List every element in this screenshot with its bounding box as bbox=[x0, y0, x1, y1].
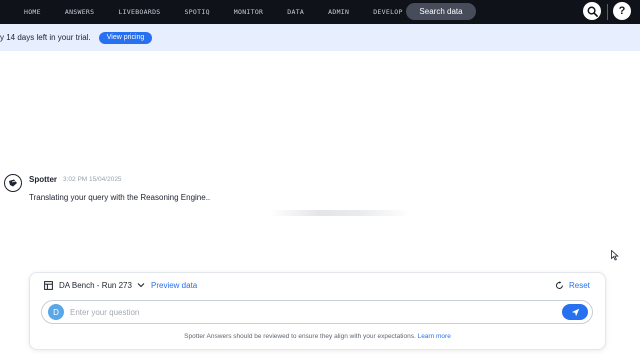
nav-item-home[interactable]: HOME bbox=[12, 0, 53, 24]
send-button[interactable] bbox=[562, 304, 588, 320]
user-avatar: D bbox=[48, 304, 64, 320]
view-pricing-button[interactable]: View pricing bbox=[98, 31, 153, 44]
nav-divider bbox=[607, 4, 608, 20]
question-input-card: DA Bench - Run 273 Preview data Reset D … bbox=[29, 272, 606, 350]
message-sender: Spotter bbox=[29, 175, 57, 184]
chevron-down-icon[interactable] bbox=[137, 282, 145, 288]
nav-item-spotiq[interactable]: SPOTIQ bbox=[173, 0, 222, 24]
reset-icon[interactable] bbox=[555, 281, 564, 290]
table-icon bbox=[44, 281, 53, 290]
message-timestamp: 3:02 PM 15/04/2025 bbox=[63, 176, 122, 183]
help-icon[interactable]: ? bbox=[613, 2, 631, 20]
datasource-name[interactable]: DA Bench - Run 273 bbox=[59, 281, 132, 290]
nav-item-admin[interactable]: ADMIN bbox=[316, 0, 361, 24]
disclaimer-text: Spotter Answers should be reviewed to en… bbox=[184, 333, 416, 340]
preview-data-link[interactable]: Preview data bbox=[151, 281, 197, 290]
nav-item-answers[interactable]: ANSWERS bbox=[53, 0, 107, 24]
search-icon[interactable] bbox=[583, 2, 601, 20]
trial-banner: y 14 days left in your trial. View prici… bbox=[0, 24, 640, 51]
send-icon bbox=[571, 308, 579, 316]
spotter-avatar-icon bbox=[4, 174, 22, 192]
nav-items: HOME ANSWERS LIVEBOARDS SPOTIQ MONITOR D… bbox=[12, 0, 415, 24]
search-data-button[interactable]: Search data bbox=[406, 3, 476, 20]
mouse-cursor-icon bbox=[611, 250, 619, 261]
learn-more-link[interactable]: Learn more bbox=[418, 333, 451, 340]
disclaimer: Spotter Answers should be reviewed to en… bbox=[30, 333, 605, 340]
question-input-box[interactable]: D bbox=[41, 300, 593, 324]
top-navigation: HOME ANSWERS LIVEBOARDS SPOTIQ MONITOR D… bbox=[0, 0, 640, 24]
loading-shimmer bbox=[270, 210, 410, 216]
nav-item-monitor[interactable]: MONITOR bbox=[222, 0, 276, 24]
message-text: Translating your query with the Reasonin… bbox=[29, 193, 211, 202]
reset-button[interactable]: Reset bbox=[569, 281, 590, 290]
nav-item-liveboards[interactable]: LIVEBOARDS bbox=[106, 0, 172, 24]
question-input[interactable] bbox=[70, 305, 550, 319]
trial-banner-text: y 14 days left in your trial. bbox=[0, 33, 91, 42]
nav-item-data[interactable]: DATA bbox=[275, 0, 316, 24]
